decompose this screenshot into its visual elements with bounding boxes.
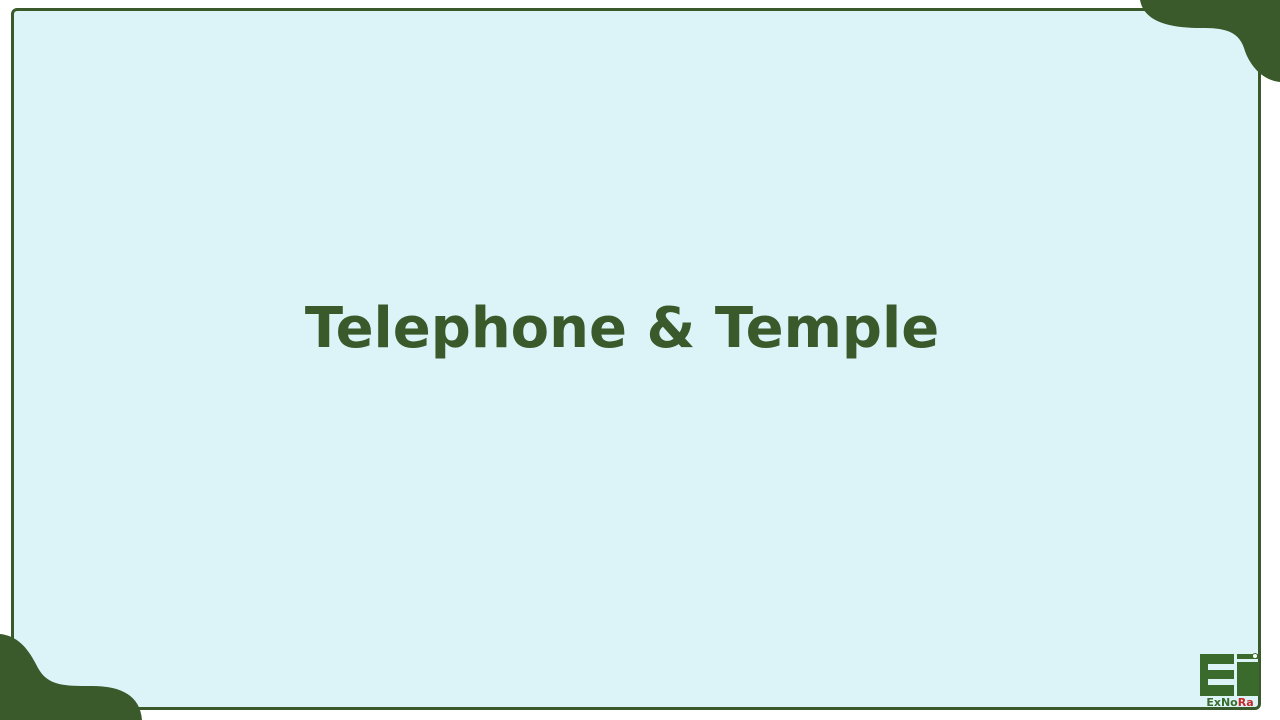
slide: Telephone & Temple ExNoRa (0, 0, 1280, 720)
logo-text-ex: Ex (1206, 696, 1221, 709)
exnora-logo-icon (1200, 653, 1259, 696)
top-right-corner-decoration (1140, 0, 1280, 82)
logo-text-no: No (1220, 696, 1238, 709)
exnora-logo-wordmark: ExNoRa (1199, 697, 1261, 709)
logo-text-ra: Ra (1237, 696, 1254, 709)
bottom-left-corner-decoration (0, 634, 142, 720)
exnora-logo: ExNoRa (1199, 652, 1261, 709)
slide-title: Telephone & Temple (304, 296, 940, 361)
